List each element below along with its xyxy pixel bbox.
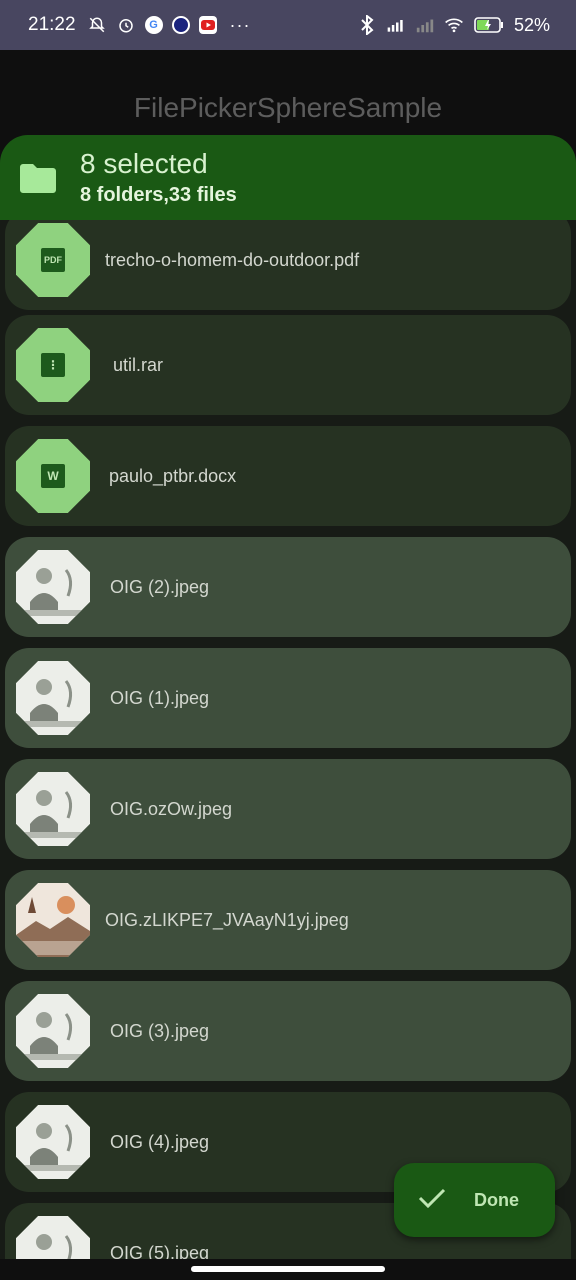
image-thumbnail: [16, 994, 90, 1068]
image-thumbnail: [16, 772, 90, 846]
status-bar: 21:22 G ··· 52%: [0, 0, 576, 50]
sketch-image-icon: [16, 661, 90, 735]
sketch-image-icon: [16, 994, 90, 1068]
status-left: 21:22 G ···: [28, 14, 251, 36]
wifi-icon: [444, 15, 464, 35]
home-gesture-handle[interactable]: [191, 1266, 385, 1272]
selection-texts: 8 selected 8 folders,33 files: [80, 148, 237, 207]
word-file-icon: W: [16, 439, 90, 513]
file-row[interactable]: OIG (3).jpeg: [5, 981, 571, 1081]
youtube-icon: [198, 16, 217, 34]
file-row[interactable]: ⋮ util.rar: [5, 315, 571, 415]
google-icon: G: [144, 16, 163, 34]
more-notifications-icon: ···: [229, 14, 251, 35]
file-name: OIG.zLIKPE7_JVAayN1yj.jpeg: [105, 909, 349, 930]
file-row[interactable]: OIG.ozOw.jpeg: [5, 759, 571, 859]
image-thumbnail: [16, 1105, 90, 1179]
file-name: paulo_ptbr.docx: [109, 465, 237, 486]
signal-h-icon: [386, 15, 406, 35]
sketch-image-icon: [16, 1105, 90, 1179]
bell-off-icon: [87, 15, 107, 35]
pdf-file-icon: PDF: [16, 223, 90, 297]
status-right: 52%: [357, 15, 550, 36]
file-row[interactable]: PDF trecho-o-homem-do-outdoor.pdf: [5, 210, 571, 310]
file-row[interactable]: OIG (2).jpeg: [5, 537, 571, 637]
done-label: Done: [474, 1189, 519, 1210]
selection-header: 8 selected 8 folders,33 files: [0, 135, 576, 220]
status-time: 21:22: [28, 14, 76, 35]
app-icon: [171, 16, 190, 34]
file-name: trecho-o-homem-do-outdoor.pdf: [105, 249, 360, 270]
file-name: OIG (4).jpeg: [110, 1131, 210, 1152]
done-button[interactable]: Done: [394, 1163, 555, 1237]
image-thumbnail: [16, 883, 90, 957]
sketch-image-icon: [16, 883, 90, 957]
sketch-image-icon: [16, 550, 90, 624]
file-name: OIG.ozOw.jpeg: [110, 798, 233, 819]
file-name: OIG (3).jpeg: [110, 1020, 210, 1041]
bluetooth-icon: [357, 15, 377, 35]
selection-count: 8 selected: [80, 148, 208, 179]
alarm-icon: [116, 15, 136, 35]
file-row[interactable]: Wpaulo_ptbr.docx: [5, 426, 571, 526]
file-type-badge: ⋮: [41, 353, 65, 377]
file-row[interactable]: OIG.zLIKPE7_JVAayN1yj.jpeg: [5, 870, 571, 970]
folder-icon: [18, 161, 58, 195]
file-row[interactable]: OIG (1).jpeg: [5, 648, 571, 748]
file-name: util.rar: [113, 354, 164, 375]
file-type-badge: W: [41, 464, 65, 488]
sketch-image-icon: [16, 772, 90, 846]
battery-percentage: 52%: [513, 14, 550, 35]
file-name: OIG (1).jpeg: [110, 687, 210, 708]
archive-file-icon: ⋮: [16, 328, 90, 402]
app-title: FilePickerSphereSample: [133, 92, 443, 123]
file-type-badge: PDF: [41, 248, 65, 272]
battery-charging-icon: [473, 15, 505, 35]
image-thumbnail: [16, 550, 90, 624]
image-thumbnail: [16, 661, 90, 735]
check-icon: [418, 1187, 446, 1214]
selection-summary: 8 folders,33 files: [80, 184, 237, 206]
screen: 21:22 G ··· 52% FilePickerSphereSample P…: [0, 0, 576, 1280]
signal-icon: [415, 15, 435, 35]
file-list[interactable]: PDF trecho-o-homem-do-outdoor.pdf ⋮ util.ra…: [0, 204, 576, 1280]
file-name: OIG (2).jpeg: [110, 576, 210, 597]
